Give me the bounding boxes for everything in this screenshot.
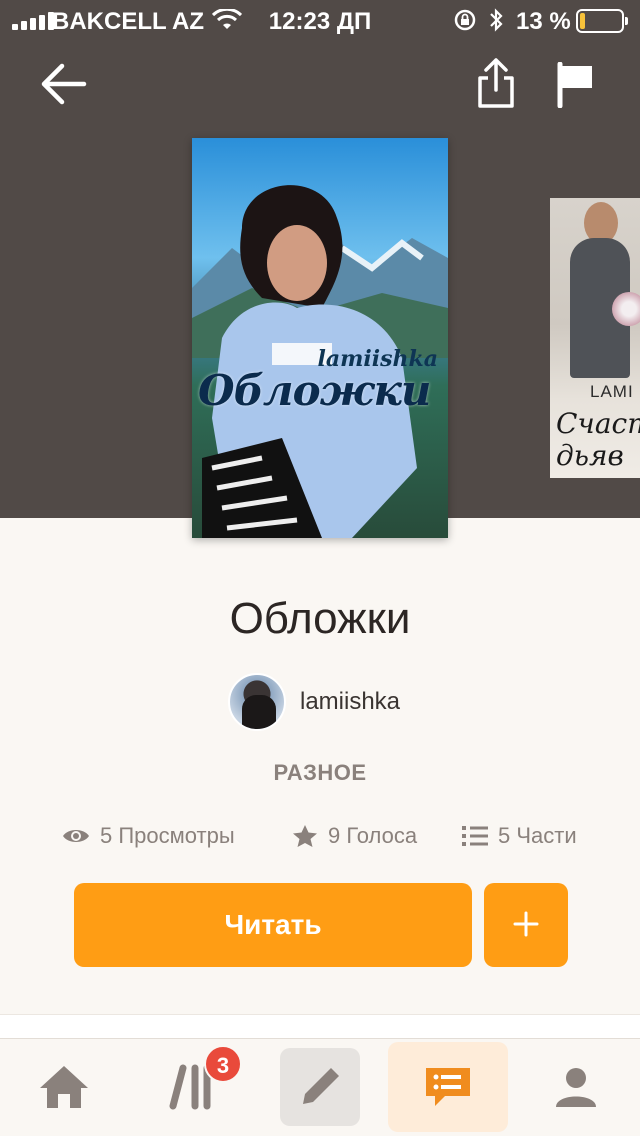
- share-button[interactable]: [474, 56, 518, 110]
- home-icon: [40, 1066, 88, 1108]
- story-cover[interactable]: lamiishka Обложки: [192, 138, 448, 538]
- profile-icon: [556, 1068, 596, 1107]
- battery-icon: [576, 9, 628, 33]
- write-icon: [303, 1068, 339, 1104]
- next-cover-title-line2: дьяв: [556, 439, 624, 472]
- back-button[interactable]: [40, 62, 88, 106]
- next-cover-author: LAMI: [590, 382, 634, 401]
- next-cover-title-line1: Счаст: [556, 407, 640, 440]
- story-title: Обложки: [229, 594, 411, 643]
- next-cover-title: Счаст дьяв: [556, 408, 640, 472]
- avatar[interactable]: [228, 673, 286, 731]
- status-bar: BAKCELL AZ 12:23 ДП 13 %: [0, 0, 640, 42]
- eye-icon: [63, 830, 89, 842]
- rotation-lock-icon: [454, 9, 476, 31]
- parts-count: 5 Части: [498, 823, 577, 848]
- stat-parts: 5 Части: [462, 820, 577, 852]
- stat-views: 5 Просмотры: [62, 820, 235, 852]
- add-to-library-button[interactable]: [484, 883, 568, 967]
- stat-votes: 9 Голоса: [292, 820, 417, 852]
- next-story-cover[interactable]: LAMI Счаст дьяв: [550, 198, 640, 478]
- bottom-nav: 3: [0, 1038, 640, 1136]
- list-icon: [462, 826, 488, 846]
- votes-count: 9 Голоса: [328, 823, 418, 848]
- plus-icon: [513, 911, 539, 936]
- nav-messages[interactable]: [388, 1042, 508, 1132]
- story-category[interactable]: РАЗНОЕ: [0, 760, 640, 786]
- author-name[interactable]: lamiishka: [300, 688, 400, 716]
- story-stats: 5 Просмотры 9 Голоса 5 Части: [0, 820, 640, 852]
- report-flag-button[interactable]: [556, 62, 596, 108]
- cover-bouquet: [612, 292, 640, 326]
- nav-profile[interactable]: [536, 1045, 616, 1129]
- cover-title: Обложки: [198, 366, 431, 415]
- library-badge: 3: [204, 1045, 242, 1083]
- read-button[interactable]: Читать: [74, 883, 472, 967]
- bluetooth-icon: [490, 8, 503, 32]
- star-icon: [293, 825, 317, 847]
- section-divider: [0, 1014, 640, 1038]
- battery-level: [580, 13, 585, 29]
- nav-home[interactable]: [24, 1045, 104, 1129]
- author-link[interactable]: lamiishka: [228, 672, 400, 732]
- chat-icon: [426, 1068, 470, 1106]
- views-count: 5 Просмотры: [100, 823, 235, 848]
- nav-write[interactable]: [280, 1048, 360, 1126]
- battery-percent: 13 %: [516, 8, 571, 35]
